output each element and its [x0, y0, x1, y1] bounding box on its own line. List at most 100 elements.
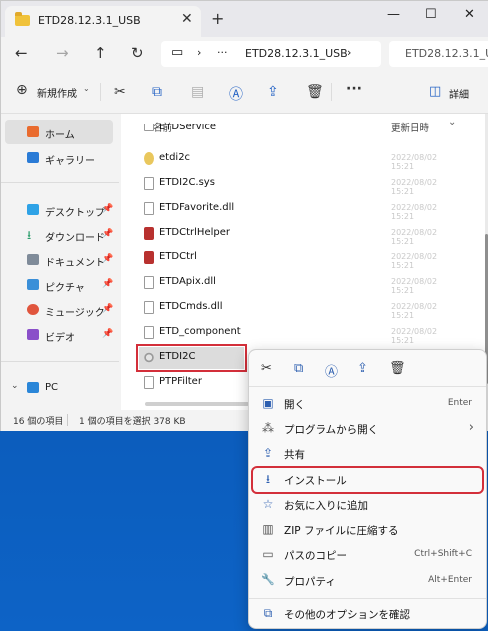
file-row[interactable]: ETD_component 2022/08/02 15:21: [139, 322, 437, 345]
file-row[interactable]: ETDCtrlHelper 2022/08/02 15:21: [139, 223, 437, 246]
file-name: ETDI2C.sys: [159, 177, 215, 188]
menu-item-more-options[interactable]: ⧉ その他のオプションを確認: [253, 602, 482, 626]
pin-icon: 📌: [102, 329, 114, 339]
sidebar-item-desktop[interactable]: デスクトップ 📌: [5, 198, 113, 222]
back-arrow-icon[interactable]: ←: [15, 44, 28, 62]
sidebar-item-music[interactable]: ミュージック 📌: [5, 298, 113, 322]
sidebar-item-label: ビデオ: [45, 333, 75, 344]
sidebar-item-label: ミュージック: [45, 308, 105, 319]
menu-item-label: 開く: [284, 399, 305, 411]
new-button[interactable]: ⊕ 新規作成 ⌄: [13, 80, 91, 102]
video-icon: [27, 329, 39, 340]
file-icon: [144, 124, 154, 131]
file-row[interactable]: ETDApix.dll 2022/08/02 15:21: [139, 272, 437, 295]
breadcrumb-current[interactable]: ETD28.12.3.1_USB: [245, 47, 348, 60]
share-icon[interactable]: ⇪: [267, 84, 279, 100]
file-row[interactable]: ETDCmds.dll 2022/08/02 15:21: [139, 297, 437, 320]
delete-icon[interactable]: 🗑: [306, 84, 324, 100]
sidebar-item-label: PC: [45, 382, 59, 393]
menu-item-open[interactable]: ▣ 開く Enter: [253, 392, 482, 416]
file-name: ETDFavorite.dll: [159, 202, 235, 213]
chevron-down-icon: ⌄: [83, 84, 90, 93]
breadcrumb-separator: ›: [197, 46, 202, 59]
sidebar-item-label: ドキュメント: [45, 258, 105, 269]
file-date: 2022/08/02 15:21: [391, 327, 438, 345]
menu-item-share[interactable]: ⇪ 共有: [253, 442, 482, 466]
sidebar-item-pc[interactable]: ⌄ PC: [5, 376, 113, 400]
minimize-button[interactable]: —: [387, 7, 400, 22]
command-bar: ⊕ 新規作成 ⌄ ✂ ⧉ ▤ Ⓐ ⇪ 🗑 ··· ◫ 詳細: [1, 71, 488, 114]
new-tab-button[interactable]: +: [211, 9, 224, 28]
copy-icon[interactable]: ⧉: [294, 361, 303, 376]
file-row[interactable]: ETDI2C.sys 2022/08/02 15:21: [139, 173, 437, 196]
breadcrumb-overflow[interactable]: ···: [217, 46, 228, 59]
file-row[interactable]: ETDFavorite.dll 2022/08/02 15:21: [139, 198, 437, 221]
column-header-date[interactable]: 更新日時: [391, 120, 429, 134]
file-date: 2022/08/02 15:21: [391, 252, 438, 270]
application-icon: [144, 227, 154, 240]
maximize-button[interactable]: ☐: [425, 7, 437, 22]
details-label: 詳細: [449, 90, 469, 101]
forward-arrow-icon[interactable]: →: [56, 44, 69, 62]
item-count: 16 個の項目: [13, 417, 64, 427]
file-row[interactable]: etdi2c 2022/08/02 15:21: [139, 148, 437, 171]
open-with-icon: ⁂: [262, 421, 274, 435]
file-row-selected[interactable]: ETDI2C: [136, 344, 247, 372]
chevron-right-icon: ›: [468, 420, 474, 435]
chevron-down-icon: ⌄: [448, 117, 457, 128]
tab-etd-usb[interactable]: ETD28.12.3.1_USB ✕: [5, 6, 201, 37]
cut-icon[interactable]: ✂: [114, 84, 126, 100]
cut-icon[interactable]: ✂: [261, 361, 272, 376]
sidebar-item-label: ダウンロード: [45, 233, 105, 244]
tab-close-icon[interactable]: ✕: [181, 11, 193, 27]
menu-item-label: プログラムから開く: [284, 424, 379, 436]
chevron-down-icon: ⌄: [11, 381, 19, 391]
file-name: ETDI2C: [159, 351, 196, 362]
tab-bar: ETD28.12.3.1_USB ✕ + — ☐ ✕: [1, 1, 488, 37]
rename-icon[interactable]: Ⓐ: [229, 84, 243, 104]
horizontal-scrollbar[interactable]: [145, 402, 249, 406]
home-icon: [27, 126, 39, 137]
menu-shortcut: Alt+Enter: [428, 575, 472, 585]
delete-icon[interactable]: 🗑: [389, 361, 406, 376]
download-icon: ⭳: [27, 228, 32, 242]
rename-icon[interactable]: Ⓐ: [325, 361, 338, 380]
sidebar-item-videos[interactable]: ビデオ 📌: [5, 323, 113, 347]
paste-icon[interactable]: ▤: [191, 84, 204, 100]
sidebar-item-gallery[interactable]: ギャラリー: [5, 146, 113, 170]
pin-icon: 📌: [102, 279, 114, 289]
address-bar: ← → ↑ ↻ ▭ › ··· ETD28.12.3.1_USB › ETD28…: [1, 37, 488, 71]
close-window-button[interactable]: ✕: [464, 7, 475, 22]
toolbar-divider: [100, 83, 101, 101]
sidebar-item-downloads[interactable]: ⭳ ダウンロード 📌: [5, 223, 113, 247]
sidebar-item-pictures[interactable]: ピクチャ 📌: [5, 273, 113, 297]
more-options-icon[interactable]: ···: [346, 81, 362, 97]
sidebar-divider: [1, 182, 119, 183]
search-input[interactable]: ETD28.12.3.1_USB: [389, 41, 488, 67]
desktop-icon: [27, 204, 39, 215]
pc-icon: [27, 382, 39, 393]
details-pane-button[interactable]: ◫ 詳細: [429, 82, 487, 102]
file-row[interactable]: ETDService: [139, 124, 369, 138]
file-icon: [144, 276, 154, 289]
menu-item-properties[interactable]: 🔧 プロパティ Alt+Enter: [253, 569, 482, 593]
sidebar-item-documents[interactable]: ドキュメント 📌: [5, 248, 113, 272]
refresh-icon[interactable]: ↻: [131, 44, 144, 62]
address-input[interactable]: ▭ › ··· ETD28.12.3.1_USB ›: [161, 41, 381, 67]
pin-icon: 📌: [102, 229, 114, 239]
menu-item-open-with[interactable]: ⁂ プログラムから開く ›: [253, 417, 482, 441]
menu-item-install[interactable]: ⭳ インストール: [251, 466, 484, 494]
up-arrow-icon[interactable]: ↑: [94, 44, 107, 62]
menu-item-copy-path[interactable]: ▭ パスのコピー Ctrl+Shift+C: [253, 543, 482, 567]
sidebar-item-label: ホーム: [45, 130, 75, 141]
copy-icon[interactable]: ⧉: [152, 84, 162, 100]
menu-item-add-favorites[interactable]: ☆ お気に入りに追加: [253, 493, 482, 517]
menu-item-label: その他のオプションを確認: [284, 609, 410, 621]
computer-icon: ▭: [171, 45, 184, 60]
share-icon[interactable]: ⇪: [357, 361, 368, 376]
sidebar-item-home[interactable]: ホーム: [5, 120, 113, 144]
menu-item-compress-zip[interactable]: ▥ ZIP ファイルに圧縮する: [253, 518, 482, 542]
file-name: etdi2c: [159, 152, 191, 163]
file-row[interactable]: ETDCtrl 2022/08/02 15:21: [139, 247, 437, 270]
file-name: ETDService: [159, 124, 217, 132]
